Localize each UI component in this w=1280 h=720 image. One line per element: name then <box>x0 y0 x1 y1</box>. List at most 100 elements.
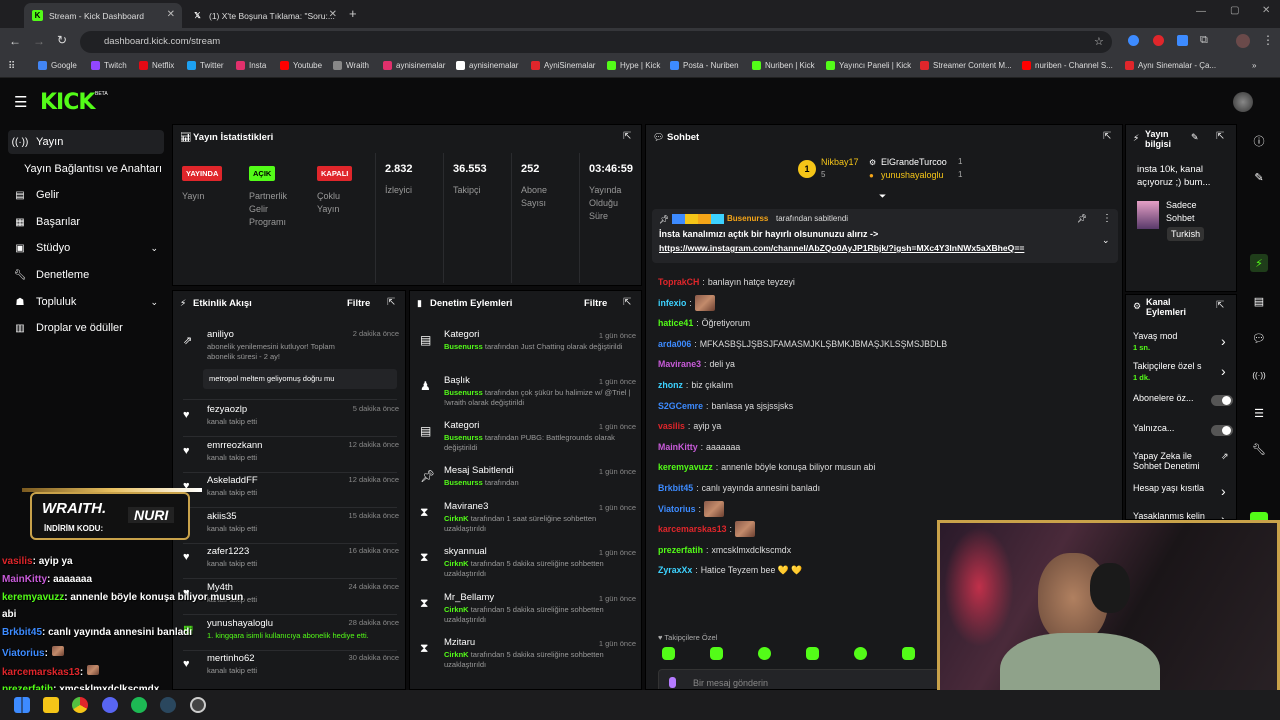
moderation-item[interactable]: ⧗ Mavirane3 CirknK tarafından 1 saat sürel… <box>416 501 638 545</box>
close-icon[interactable]: ✕ <box>167 9 175 20</box>
chat-username[interactable]: Mavirane3 <box>658 359 701 369</box>
bookmark-item[interactable]: Google <box>38 61 77 70</box>
bookmark-item[interactable]: Netflix <box>139 61 174 70</box>
bookmark-item[interactable]: Insta <box>236 61 266 70</box>
kick-emote-icon[interactable] <box>854 647 867 660</box>
chat-message[interactable]: keremyavuzz: annenle böyle konuşa biliyor… <box>658 460 875 474</box>
sliders-icon[interactable]: ☰ <box>1250 404 1268 422</box>
apps-grid-icon[interactable]: ⠿ <box>8 61 15 72</box>
wrench-icon[interactable]: 🔧︎ <box>1250 440 1268 458</box>
chat-username[interactable]: zhonz <box>658 380 683 390</box>
chat-username[interactable]: hatice41 <box>658 318 693 328</box>
sidebar-item-studyo[interactable]: ▣ Stüdyo ⌄ <box>8 236 164 260</box>
chat-message[interactable]: hatice41: Öğretiyorum <box>658 316 750 330</box>
document-icon[interactable]: ▤ <box>1250 292 1268 310</box>
activity-item[interactable]: ♥ mertinho62 kanalı takip etti 30 dakika ön… <box>179 653 401 688</box>
chrome-icon[interactable] <box>72 697 88 713</box>
obs-icon[interactable] <box>190 697 206 713</box>
chat-message[interactable]: arda006: MFKASBŞLJŞBSJFAMASMJKLŞBMKJBMAŞJ… <box>658 337 947 351</box>
kick-logo[interactable]: KICK <box>40 90 95 115</box>
bookmark-item[interactable]: Twitch <box>91 61 127 70</box>
discord-icon[interactable] <box>102 697 118 713</box>
sidebar-item-gelir[interactable]: ▤ Gelir <box>8 183 164 207</box>
chat-message[interactable]: ZyraxXx: Hatice Teyzem bee 💛 💛 <box>658 563 802 577</box>
spotify-icon[interactable] <box>131 697 147 713</box>
menu-dots-icon[interactable]: ⋮ <box>1262 33 1274 47</box>
bookmark-item[interactable]: aynisinemalar <box>383 61 445 70</box>
chat-message[interactable]: MainKitty: aaaaaaa <box>658 440 740 454</box>
more-icon[interactable]: ⋮ <box>1102 213 1112 224</box>
kick-emote-icon[interactable] <box>710 647 723 660</box>
broadcast-icon[interactable]: ((·)) <box>1250 366 1268 384</box>
expand-icon[interactable]: ⇱ <box>1216 131 1224 142</box>
activity-item[interactable]: ♥ fezyaozlp kanalı takip etti 5 dakika önce <box>179 404 401 439</box>
chat-message[interactable]: Mavirane3: deli ya <box>658 357 735 371</box>
kick-emote-icon[interactable] <box>662 647 675 660</box>
back-icon[interactable]: ← <box>9 34 21 48</box>
chat-username[interactable]: infexio <box>658 298 686 308</box>
moderation-item[interactable]: ⧗ Mzitaru CirknK tarafından 5 dakika sürel… <box>416 637 638 681</box>
sidebar-item-denetleme[interactable]: 🔧︎ Denetleme <box>8 263 164 287</box>
window-maximize-icon[interactable]: ▢ <box>1230 5 1239 16</box>
sidebar-item-yayin[interactable]: ((·)) Yayın <box>8 130 164 154</box>
chat-input[interactable]: Bir mesaj gönderin <box>658 669 948 689</box>
lightning-icon[interactable]: ⚡︎ <box>1250 254 1268 272</box>
unpin-icon[interactable]: 📌︎ <box>1077 214 1087 223</box>
moderation-item[interactable]: ▤ Kategori Busenurss tarafından PUBG: Batt… <box>416 420 638 464</box>
bookmark-item[interactable]: Aynı Sinemalar - Ça... <box>1125 61 1216 70</box>
kick-emote-icon[interactable] <box>902 647 915 660</box>
hamburger-menu-icon[interactable]: ☰ <box>14 93 27 111</box>
chat-username[interactable]: karcemarskas13 <box>658 524 727 534</box>
sidebar-item-droplar[interactable]: ▥ Droplar ve ödüller <box>8 316 164 340</box>
expand-icon[interactable]: ⇱ <box>623 297 631 308</box>
pencil-icon[interactable]: ✎ <box>1250 168 1268 186</box>
sidebar-item-stream-key[interactable]: Yayın Bağlantısı ve Anahtarı <box>18 157 178 181</box>
chevron-down-icon[interactable]: ⏷ <box>879 191 886 202</box>
windows-start-icon[interactable] <box>14 697 30 713</box>
filter-button[interactable]: Filtre <box>584 298 607 309</box>
chat-username[interactable]: prezerfatih <box>658 545 703 555</box>
moderation-item[interactable]: ♟ Başlık Busenurss tarafından çok şükür bu… <box>416 375 638 419</box>
more-bookmarks-icon[interactable]: » <box>1252 61 1256 70</box>
kick-emote-icon[interactable] <box>806 647 819 660</box>
toggle-switch[interactable] <box>1211 395 1233 406</box>
activity-item[interactable]: ♥ AskeladdFF kanalı takip etti 12 dakika ön… <box>179 475 401 510</box>
activity-item[interactable]: ⇗ aniliyo abonelik yenilemesini kutluyor! … <box>179 329 401 389</box>
extension-icon[interactable] <box>1153 35 1164 46</box>
category-name[interactable]: Sadece Sohbet <box>1166 199 1226 225</box>
steam-icon[interactable] <box>160 697 176 713</box>
activity-item[interactable]: ▦ yunushayaloglu 1. kingqara isimli kullan… <box>179 618 401 653</box>
channel-action-item[interactable]: Hesap yaşı kısıtla › <box>1133 483 1233 511</box>
chat-message[interactable]: karcemarskas13: <box>658 521 755 538</box>
chat-username[interactable]: ToprakCH <box>658 277 699 287</box>
chat-message[interactable]: infexio: <box>658 294 715 311</box>
profile-avatar[interactable] <box>1236 34 1250 48</box>
tab-kick-dashboard[interactable]: K Stream - Kick Dashboard ✕ <box>24 3 182 28</box>
reload-icon[interactable]: ↻ <box>57 33 67 47</box>
chat-username[interactable]: Viatorius <box>658 504 695 514</box>
pinned-link[interactable]: https://www.instagram.com/channel/AbZQo0… <box>659 243 1024 253</box>
mic-icon[interactable] <box>669 677 676 688</box>
url-input[interactable]: dashboard.kick.com/stream <box>80 31 1112 53</box>
channel-action-item[interactable]: Yavaş mod 1 sn. › <box>1133 331 1233 359</box>
bookmark-item[interactable]: Hype | Kick <box>607 61 660 70</box>
bookmark-item[interactable]: AyniSinemalar <box>531 61 595 70</box>
bookmark-item[interactable]: nuriben - Channel S... <box>1022 61 1113 70</box>
extension-icon[interactable] <box>1128 35 1139 46</box>
window-close-icon[interactable]: ✕ <box>1262 5 1270 16</box>
channel-action-item[interactable]: Yapay Zeka ile Sohbet Denetimi ⇗ <box>1133 451 1233 479</box>
activity-item[interactable]: ♥ emrreozkann kanalı takip etti 12 dakika ö… <box>179 440 401 475</box>
chat-username[interactable]: arda006 <box>658 339 691 349</box>
chat-message[interactable]: ToprakCH: banlayın hatçe teyzeyi <box>658 275 795 289</box>
chat-username[interactable]: keremyavuzz <box>658 462 713 472</box>
channel-action-item[interactable]: Yalnızca... <box>1133 423 1233 451</box>
channel-action-item[interactable]: Takipçilere özel s 1 dk. › <box>1133 361 1233 389</box>
window-minimize-icon[interactable]: — <box>1196 6 1206 17</box>
bookmark-item[interactable]: Nuriben | Kick <box>752 61 815 70</box>
kick-emote-icon[interactable] <box>758 647 771 660</box>
forward-icon[interactable]: → <box>33 34 45 48</box>
activity-item[interactable]: ♥ zafer1223 kanalı takip etti 16 dakika önc… <box>179 546 401 581</box>
chat-message[interactable]: vasilis: ayip ya <box>658 419 721 433</box>
chat-bubble-icon[interactable]: 💬︎ <box>1250 329 1268 347</box>
bookmark-item[interactable]: Streamer Content M... <box>920 61 1012 70</box>
